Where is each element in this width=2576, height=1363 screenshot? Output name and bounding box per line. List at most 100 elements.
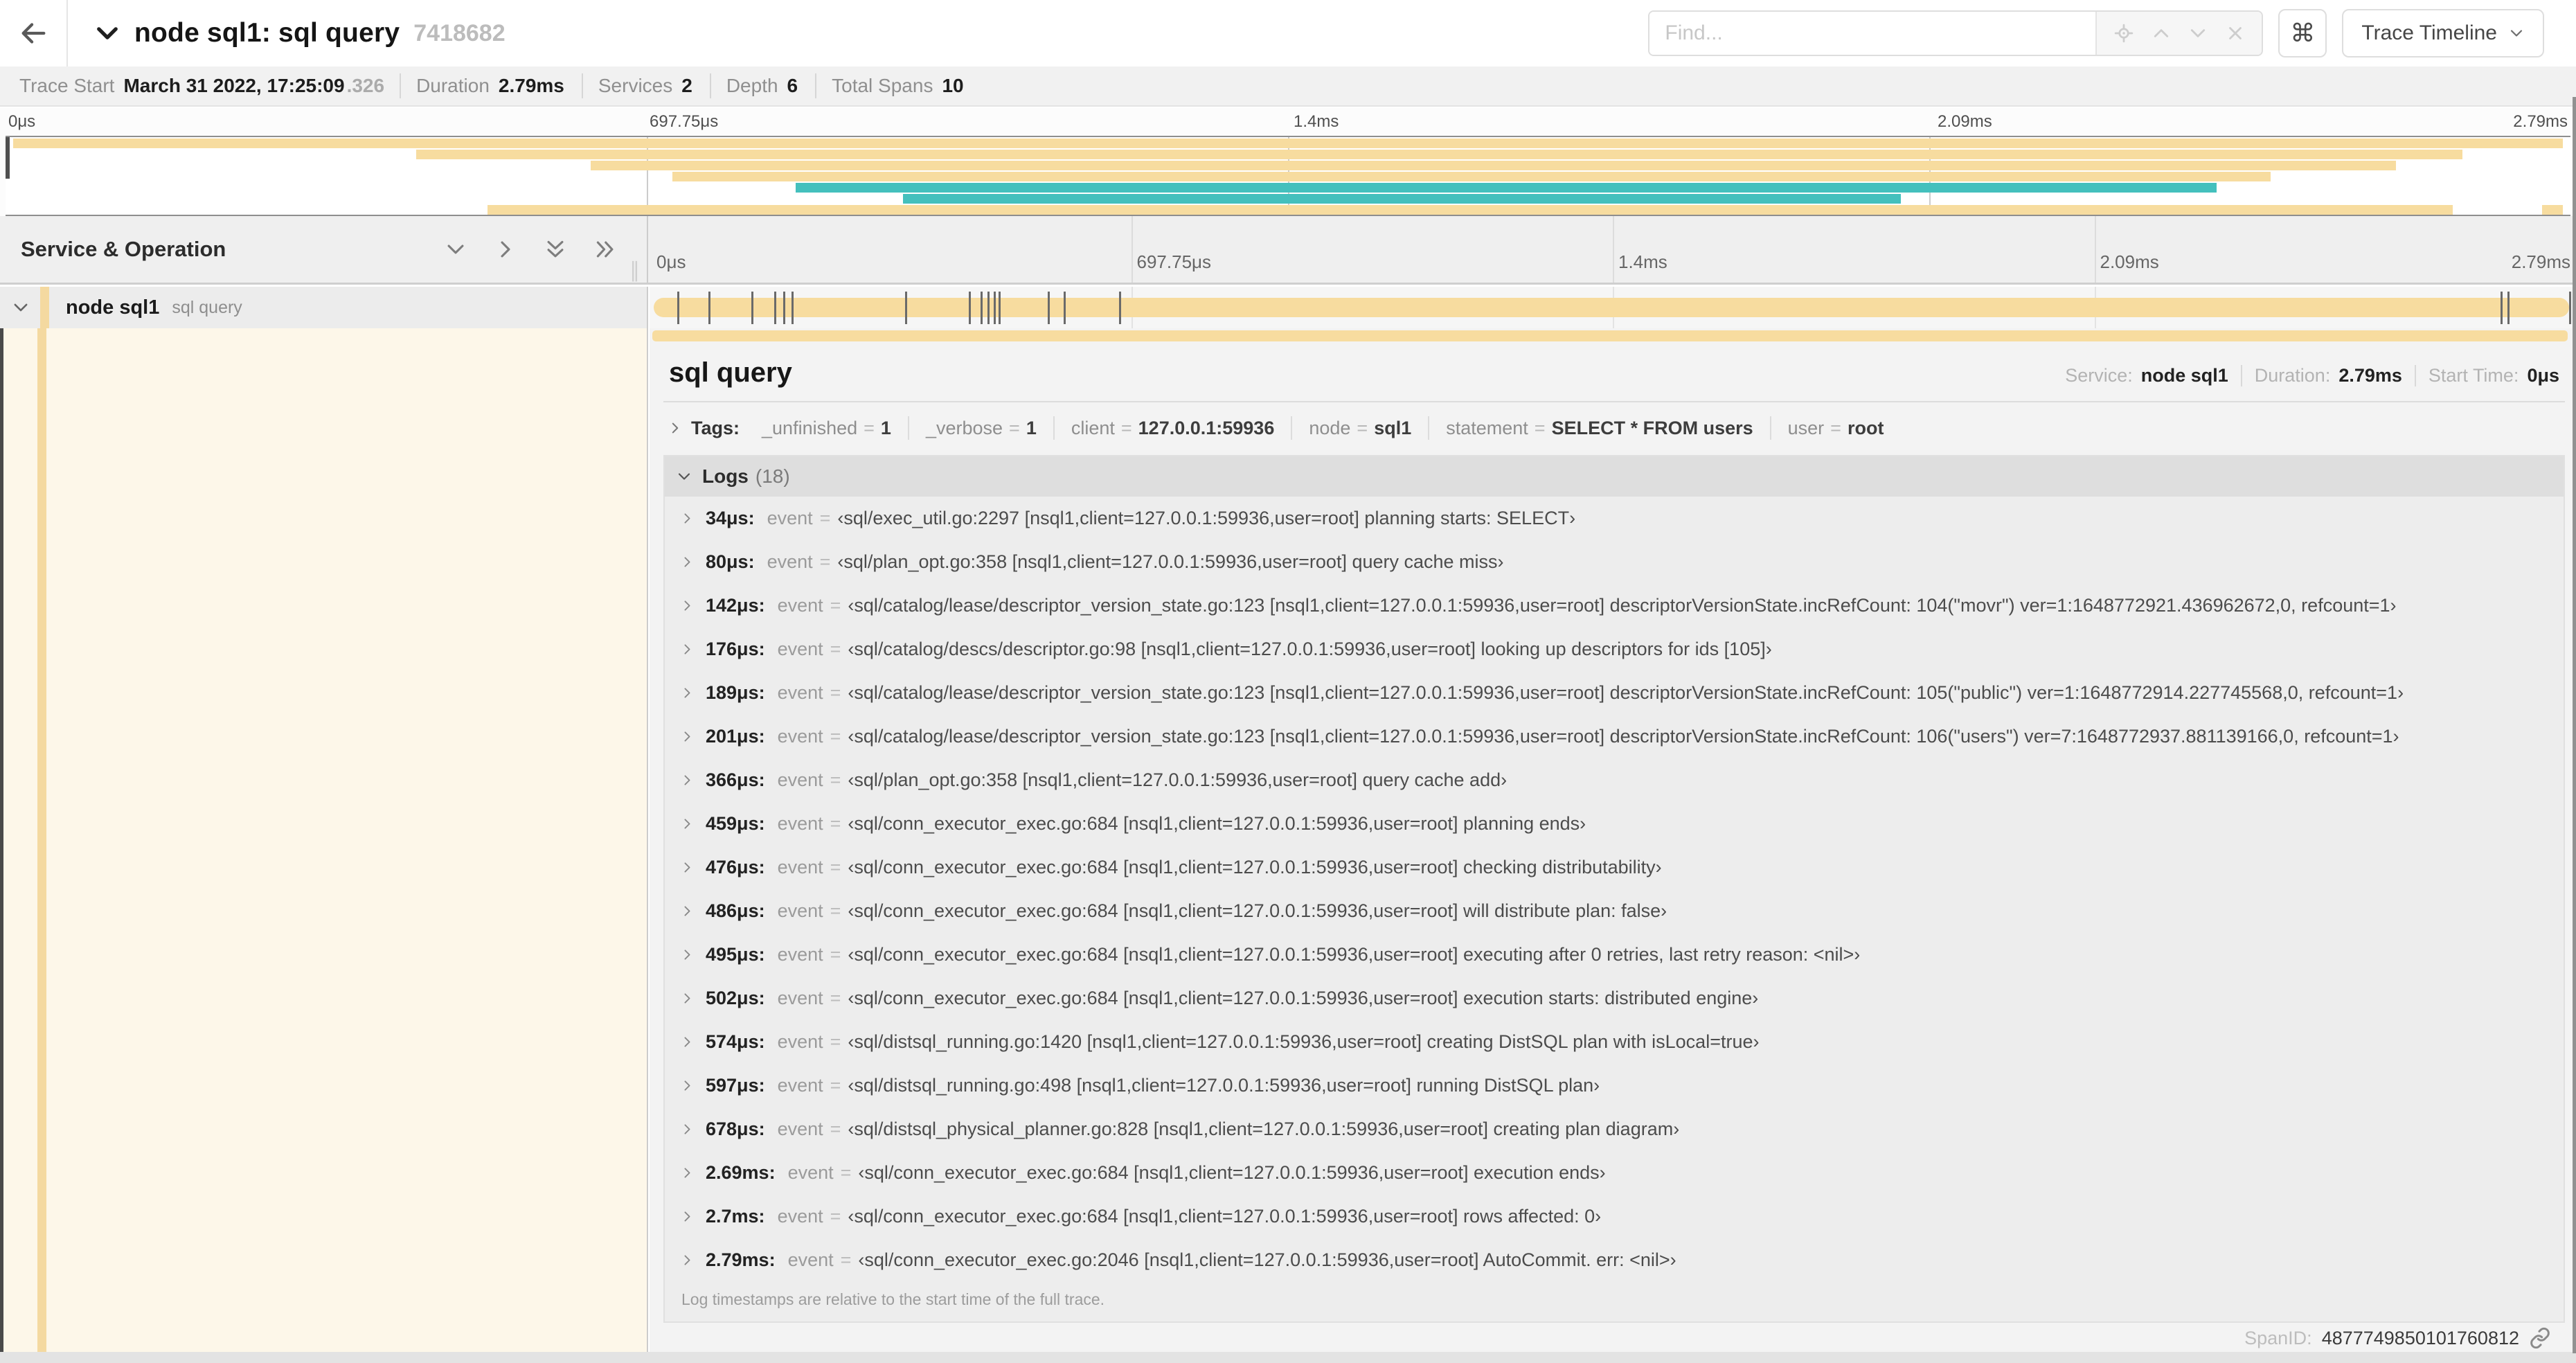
trace-id: 7418682: [413, 19, 506, 46]
log-timestamp: 176μs:: [706, 639, 765, 659]
log-marker[interactable]: [751, 292, 753, 324]
log-row[interactable]: 176μs: event = ‹sql/catalog/descs/descri…: [665, 627, 2564, 671]
tag-key: _verbose: [925, 417, 1003, 438]
chevron-down-icon: [676, 468, 692, 485]
expand-all-icon[interactable]: [593, 238, 617, 261]
log-marker[interactable]: [969, 292, 972, 324]
log-row[interactable]: 366μs: event = ‹sql/plan_opt.go:358 [nsq…: [665, 758, 2564, 802]
log-marker[interactable]: [791, 292, 794, 324]
summary-label: Depth: [726, 75, 778, 96]
log-row[interactable]: 2.69ms: event = ‹sql/conn_executor_exec.…: [665, 1151, 2564, 1195]
chevron-right-icon: [680, 1035, 695, 1049]
summary-value: 10: [942, 75, 964, 96]
spanid-value: 4877749850101760812: [2321, 1327, 2519, 1348]
log-row[interactable]: 459μs: event = ‹sql/conn_executor_exec.g…: [665, 802, 2564, 846]
summary-label: Trace Start: [19, 75, 115, 96]
summary-value-suffix: .326: [346, 75, 385, 96]
service-operation-title: Service & Operation: [21, 237, 226, 261]
span-row-label[interactable]: node sql1 sql query: [0, 287, 648, 328]
log-timestamp: 2.79ms:: [706, 1249, 776, 1270]
log-row[interactable]: 597μs: event = ‹sql/distsql_running.go:4…: [665, 1064, 2564, 1107]
minimap-span: [672, 172, 2271, 181]
tag-key: client: [1071, 417, 1115, 438]
trace-view-selector[interactable]: Trace Timeline: [2342, 9, 2544, 57]
equals-sign: =: [819, 508, 831, 528]
log-marker[interactable]: [993, 292, 996, 324]
log-row[interactable]: 2.7ms: event = ‹sql/conn_executor_exec.g…: [665, 1195, 2564, 1238]
prev-match-icon[interactable]: [2151, 23, 2172, 44]
log-row[interactable]: 486μs: event = ‹sql/conn_executor_exec.g…: [665, 889, 2564, 933]
minimap-span: [590, 161, 2397, 170]
span-duration-bar[interactable]: [654, 298, 2569, 317]
chevron-right-icon: [680, 1166, 695, 1180]
log-marker[interactable]: [1119, 292, 1122, 324]
log-row[interactable]: 201μs: event = ‹sql/catalog/lease/descri…: [665, 715, 2564, 758]
view-selector-label: Trace Timeline: [2361, 21, 2497, 44]
log-message: ‹sql/plan_opt.go:358 [nsql1,client=127.0…: [848, 769, 1508, 790]
collapse-all-icon[interactable]: [544, 238, 567, 261]
clear-search-icon[interactable]: [2225, 23, 2246, 44]
tags-list: _unfinished = 1 _verbose = 1 client = 12…: [745, 416, 1900, 440]
link-icon[interactable]: [2529, 1327, 2551, 1349]
log-marker[interactable]: [1048, 292, 1050, 324]
log-row[interactable]: 189μs: event = ‹sql/catalog/lease/descri…: [665, 671, 2564, 715]
summary-label: Services: [598, 75, 673, 96]
log-marker[interactable]: [708, 292, 711, 324]
detail-span-bar[interactable]: [652, 330, 2568, 341]
log-message: ‹sql/distsql_physical_planner.go:828 [ns…: [848, 1119, 1680, 1139]
log-row[interactable]: 502μs: event = ‹sql/conn_executor_exec.g…: [665, 977, 2564, 1020]
log-marker[interactable]: [783, 292, 786, 324]
log-marker[interactable]: [2500, 292, 2503, 324]
tag-value: sql1: [1374, 417, 1412, 438]
log-marker[interactable]: [998, 292, 1001, 324]
find-input[interactable]: [1649, 12, 2096, 55]
log-message: ‹sql/exec_util.go:2297 [nsql1,client=127…: [837, 508, 1576, 528]
bottom-strip: [0, 1352, 2576, 1363]
next-match-icon[interactable]: [2188, 23, 2208, 44]
minimap-tick-label: 0μs: [8, 112, 36, 131]
log-row[interactable]: 495μs: event = ‹sql/conn_executor_exec.g…: [665, 933, 2564, 977]
equals-sign: =: [840, 1249, 852, 1270]
tag-value: 1: [880, 417, 891, 438]
locate-icon[interactable]: [2113, 23, 2134, 44]
log-message: ‹sql/catalog/lease/descriptor_version_st…: [848, 726, 2399, 747]
log-marker[interactable]: [2569, 292, 2571, 324]
log-marker[interactable]: [1063, 292, 1066, 324]
log-row[interactable]: 80μs: event = ‹sql/plan_opt.go:358 [nsql…: [665, 540, 2564, 584]
minimap-canvas[interactable]: [6, 136, 2570, 216]
log-row[interactable]: 2.79ms: event = ‹sql/conn_executor_exec.…: [665, 1238, 2564, 1282]
log-timestamp: 366μs:: [706, 769, 765, 790]
log-field-key: event: [777, 1119, 823, 1139]
log-row[interactable]: 678μs: event = ‹sql/distsql_physical_pla…: [665, 1107, 2564, 1151]
log-row[interactable]: 142μs: event = ‹sql/catalog/lease/descri…: [665, 584, 2564, 627]
expand-one-icon[interactable]: [494, 238, 517, 261]
column-resizer-handle[interactable]: ∥: [629, 258, 640, 283]
log-field-key: event: [777, 1031, 823, 1052]
chevron-right-icon: [680, 598, 695, 613]
log-marker[interactable]: [2507, 292, 2510, 324]
tag-value: 127.0.0.1:59936: [1138, 417, 1275, 438]
log-marker[interactable]: [987, 292, 990, 324]
ruler-tick-label: 2.79ms: [2511, 251, 2570, 272]
log-row[interactable]: 476μs: event = ‹sql/conn_executor_exec.g…: [665, 846, 2564, 889]
tags-toggle[interactable]: Tags:: [668, 418, 745, 439]
summary-value: 2.79ms: [498, 75, 564, 96]
log-row[interactable]: 574μs: event = ‹sql/distsql_running.go:1…: [665, 1020, 2564, 1064]
keyboard-shortcuts-button[interactable]: ⌘: [2278, 9, 2327, 57]
minimap-scrub-handle[interactable]: [6, 137, 10, 179]
row-collapse-chevron-icon[interactable]: [11, 298, 30, 317]
log-marker[interactable]: [774, 292, 777, 324]
logs-header[interactable]: Logs (18): [665, 456, 2564, 497]
meta-start-time: Start Time: 0μs: [2414, 365, 2559, 386]
log-marker[interactable]: [677, 292, 679, 324]
minimap-tick-label: 2.79ms: [2513, 112, 2568, 131]
log-row[interactable]: 34μs: event = ‹sql/exec_util.go:2297 [ns…: [665, 497, 2564, 540]
log-marker[interactable]: [904, 292, 907, 324]
trace-collapse-chevron-icon[interactable]: [93, 19, 122, 48]
collapse-one-icon[interactable]: [444, 238, 467, 261]
expand-collapse-controls: [444, 238, 617, 261]
right-scrollbar[interactable]: [2573, 97, 2576, 1353]
log-marker[interactable]: [980, 292, 983, 324]
back-button[interactable]: [0, 0, 68, 66]
summary-item: Total Spans 10: [815, 73, 981, 98]
